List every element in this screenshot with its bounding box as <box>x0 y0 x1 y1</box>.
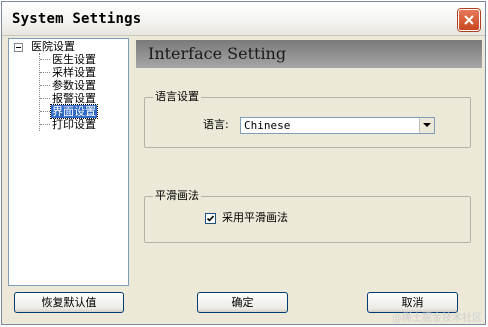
watermark: @稀土掘金技术社区 <box>392 313 482 324</box>
settings-tree: 医院设置 医生设置 采样设置 参数设置 报警设置 界面设置 打印设置 <box>8 38 129 286</box>
chevron-down-icon <box>423 123 431 127</box>
panel-header: Interface Setting <box>136 40 482 68</box>
language-select[interactable]: Chinese <box>240 117 435 134</box>
tree-line <box>40 85 50 86</box>
tree-root-hospital-settings[interactable]: 医院设置 <box>31 40 75 53</box>
tree-line <box>39 53 40 131</box>
tree-item-parameter-settings[interactable]: 参数设置 <box>51 79 97 92</box>
language-group-legend: 语言设置 <box>153 90 201 104</box>
smoothing-group: 平滑画法 <box>144 189 471 243</box>
smoothing-checkbox[interactable] <box>205 213 216 224</box>
language-select-dropdown-button[interactable] <box>419 118 434 133</box>
language-select-value: Chinese <box>244 119 291 132</box>
collapse-icon[interactable] <box>14 43 23 52</box>
close-icon <box>464 15 474 25</box>
ok-button[interactable]: 确定 <box>197 292 288 313</box>
tree-item-print-settings[interactable]: 打印设置 <box>51 118 97 131</box>
tree-item-sampling-settings[interactable]: 采样设置 <box>51 66 97 79</box>
smoothing-group-legend: 平滑画法 <box>153 189 201 203</box>
close-button[interactable] <box>458 9 480 31</box>
language-label: 语言: <box>203 118 229 131</box>
tree-line <box>40 124 50 125</box>
tree-item-interface-settings[interactable]: 界面设置 <box>50 104 98 119</box>
smoothing-checkbox-label[interactable]: 采用平滑画法 <box>222 211 288 225</box>
tree-line <box>40 72 50 73</box>
tree-line <box>40 98 50 99</box>
tree-item-alarm-settings[interactable]: 报警设置 <box>51 92 97 105</box>
tree-line <box>40 111 50 112</box>
title-bar[interactable]: System Settings <box>2 2 485 36</box>
tree-line <box>40 59 50 60</box>
window-title: System Settings <box>12 11 142 27</box>
tree-item-doctor-settings[interactable]: 医生设置 <box>51 53 97 66</box>
checkmark-icon <box>206 215 215 222</box>
panel-header-title: Interface Setting <box>148 44 287 63</box>
restore-defaults-button[interactable]: 恢复默认值 <box>14 292 124 313</box>
